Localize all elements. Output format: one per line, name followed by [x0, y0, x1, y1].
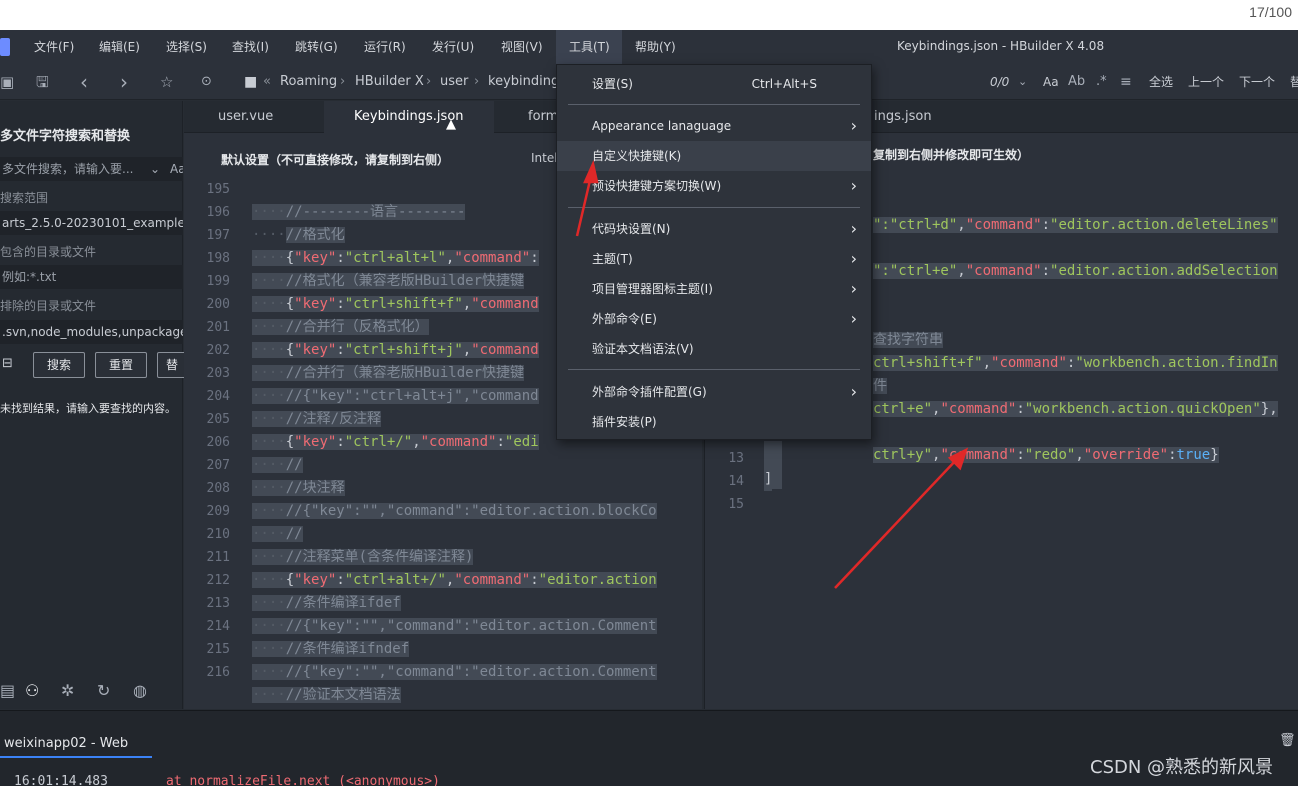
arrowhead [583, 160, 599, 184]
arrow-to-redo-line [834, 457, 959, 589]
arrow-to-custom-keybindings [575, 175, 593, 237]
hbuilder-window: 17/100 文件(F) 编辑(E) 选择(S) 查找(I) 跳转(G) 运行(… [0, 0, 1298, 786]
annotation-arrows [575, 160, 969, 589]
